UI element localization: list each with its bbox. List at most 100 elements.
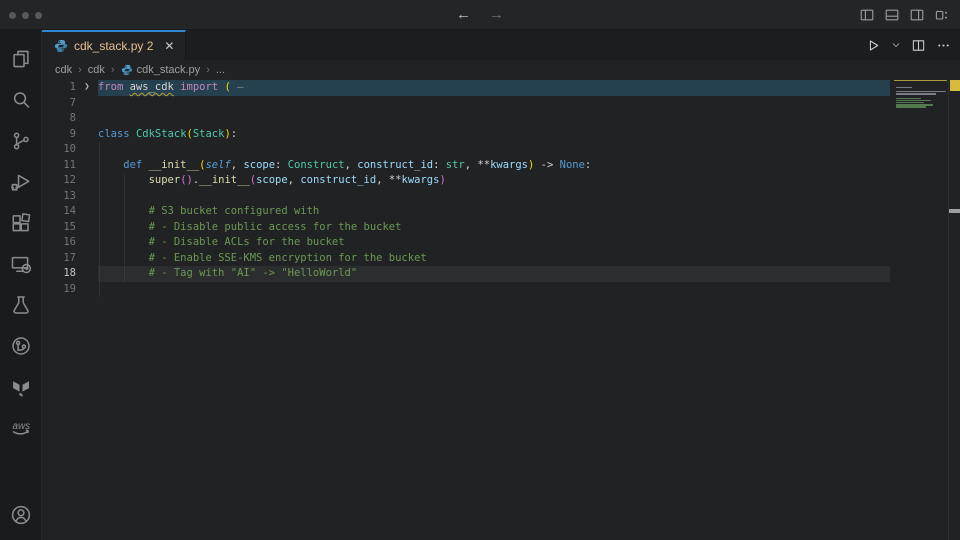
activity-item-testing[interactable]: [0, 284, 42, 325]
source-control-icon: [10, 130, 32, 152]
line-number: 16: [42, 235, 76, 251]
terraform-icon: [10, 376, 32, 398]
code-line-10[interactable]: 10: [42, 142, 960, 158]
cursor-marker: [949, 209, 960, 213]
activity-item-explorer[interactable]: [0, 38, 42, 79]
fold-gutter: [76, 266, 98, 282]
code-line-1[interactable]: 1❯from aws_cdk import ( –: [42, 80, 960, 96]
minimap-line: [894, 80, 947, 81]
customize-layout-icon[interactable]: [934, 7, 950, 23]
line-content[interactable]: [98, 96, 890, 112]
minimap-line: [896, 98, 921, 99]
fold-gutter: [76, 96, 98, 112]
activity-item-aws-toolkit[interactable]: aws: [0, 407, 42, 448]
activity-item-remote-explorer[interactable]: [0, 243, 42, 284]
line-number: 12: [42, 173, 76, 189]
line-content[interactable]: [98, 189, 890, 205]
fold-gutter: [76, 204, 98, 220]
code-line-16[interactable]: 16 # - Disable ACLs for the bucket: [42, 235, 960, 251]
line-content[interactable]: # - Disable ACLs for the bucket: [98, 235, 890, 251]
more-actions[interactable]: [936, 38, 951, 53]
close-icon[interactable]: ✕: [164, 39, 174, 53]
python-icon: [54, 39, 68, 53]
overview-ruler[interactable]: [948, 80, 960, 540]
line-content[interactable]: # - Tag with "AI" -> "HelloWorld": [98, 266, 890, 282]
line-content[interactable]: def __init__(self, scope: Construct, con…: [98, 158, 890, 174]
line-content[interactable]: super().__init__(scope, construct_id, **…: [98, 173, 890, 189]
code-line-17[interactable]: 17 # - Enable SSE-KMS encryption for the…: [42, 251, 960, 267]
title-bar: ← →: [0, 0, 960, 30]
line-number: 14: [42, 204, 76, 220]
fold-gutter: [76, 173, 98, 189]
line-content[interactable]: from aws_cdk import ( –: [98, 80, 890, 96]
editor[interactable]: 1❯from aws_cdk import ( –789class CdkSta…: [42, 80, 960, 540]
forward-icon[interactable]: →: [489, 7, 504, 22]
beaker-icon: [10, 294, 32, 316]
search-icon: [10, 89, 32, 111]
fold-gutter: [76, 189, 98, 205]
activity-bar: aws: [0, 30, 42, 540]
activity-item-search[interactable]: [0, 79, 42, 120]
code-area[interactable]: 1❯from aws_cdk import ( –789class CdkSta…: [42, 80, 960, 297]
chevron-right-icon: ›: [206, 64, 210, 76]
code-line-14[interactable]: 14 # S3 bucket configured with: [42, 204, 960, 220]
line-content[interactable]: class CdkStack(Stack):: [98, 127, 890, 143]
activity-item-extensions[interactable]: [0, 202, 42, 243]
line-content[interactable]: [98, 282, 890, 298]
line-number: 7: [42, 96, 76, 112]
line-number: 10: [42, 142, 76, 158]
code-line-19[interactable]: 19: [42, 282, 960, 298]
line-content[interactable]: # - Disable public access for the bucket: [98, 220, 890, 236]
code-line-12[interactable]: 12 super().__init__(scope, construct_id,…: [42, 173, 960, 189]
tab-label: cdk_stack.py 2: [74, 39, 153, 53]
code-line-7[interactable]: 7: [42, 96, 960, 112]
activity-item-accounts[interactable]: [0, 494, 42, 535]
line-content[interactable]: # - Enable SSE-KMS encryption for the bu…: [98, 251, 890, 267]
fold-gutter: [76, 142, 98, 158]
code-line-8[interactable]: 8: [42, 111, 960, 127]
activity-item-source-control[interactable]: [0, 120, 42, 161]
activity-item-git-graph[interactable]: [0, 325, 42, 366]
fold-gutter: [76, 220, 98, 236]
breadcrumb-item[interactable]: cdk_stack.py: [121, 64, 201, 76]
activity-item-terraform[interactable]: [0, 366, 42, 407]
code-line-11[interactable]: 11 def __init__(self, scope: Construct, …: [42, 158, 960, 174]
toggle-sidebar-icon[interactable]: [859, 7, 875, 23]
remote-icon: [10, 253, 32, 275]
line-content[interactable]: [98, 111, 890, 127]
run-dropdown[interactable]: [891, 40, 901, 50]
split-editor[interactable]: [911, 38, 926, 53]
code-line-15[interactable]: 15 # - Disable public access for the buc…: [42, 220, 960, 236]
tab-cdk-stack[interactable]: cdk_stack.py 2 ✕: [42, 30, 186, 60]
line-number: 15: [42, 220, 76, 236]
line-content[interactable]: # S3 bucket configured with: [98, 204, 890, 220]
circle-branch-icon: [10, 335, 32, 357]
python-icon: [121, 64, 133, 76]
breadcrumb-item[interactable]: cdk: [55, 64, 72, 76]
fold-chevron-icon[interactable]: ❯: [76, 80, 98, 96]
minimap-line: [896, 102, 924, 103]
minimap-line: [896, 93, 936, 94]
line-number: 19: [42, 282, 76, 298]
code-line-13[interactable]: 13: [42, 189, 960, 205]
breadcrumb-item[interactable]: cdk: [88, 64, 105, 76]
editor-actions: [866, 30, 951, 60]
tab-bar: cdk_stack.py 2 ✕: [42, 30, 960, 60]
breadcrumb-item[interactable]: ...: [216, 64, 225, 76]
line-content[interactable]: [98, 142, 890, 158]
code-line-9[interactable]: 9class CdkStack(Stack):: [42, 127, 960, 143]
toggle-secondary-sidebar-icon[interactable]: [909, 7, 925, 23]
minimap[interactable]: [893, 80, 948, 540]
files-icon: [10, 48, 32, 70]
extensions-icon: [10, 212, 32, 234]
line-number: 13: [42, 189, 76, 205]
fold-gutter: [76, 111, 98, 127]
code-line-18[interactable]: 18 # - Tag with "AI" -> "HelloWorld": [42, 266, 960, 282]
minimap-line: [896, 104, 933, 105]
minimap-line: [896, 91, 946, 92]
back-icon[interactable]: ←: [456, 7, 471, 22]
activity-item-run-and-debug[interactable]: [0, 161, 42, 202]
chevron-right-icon: ›: [111, 64, 115, 76]
run-python-file[interactable]: [866, 38, 881, 53]
toggle-panel-icon[interactable]: [884, 7, 900, 23]
